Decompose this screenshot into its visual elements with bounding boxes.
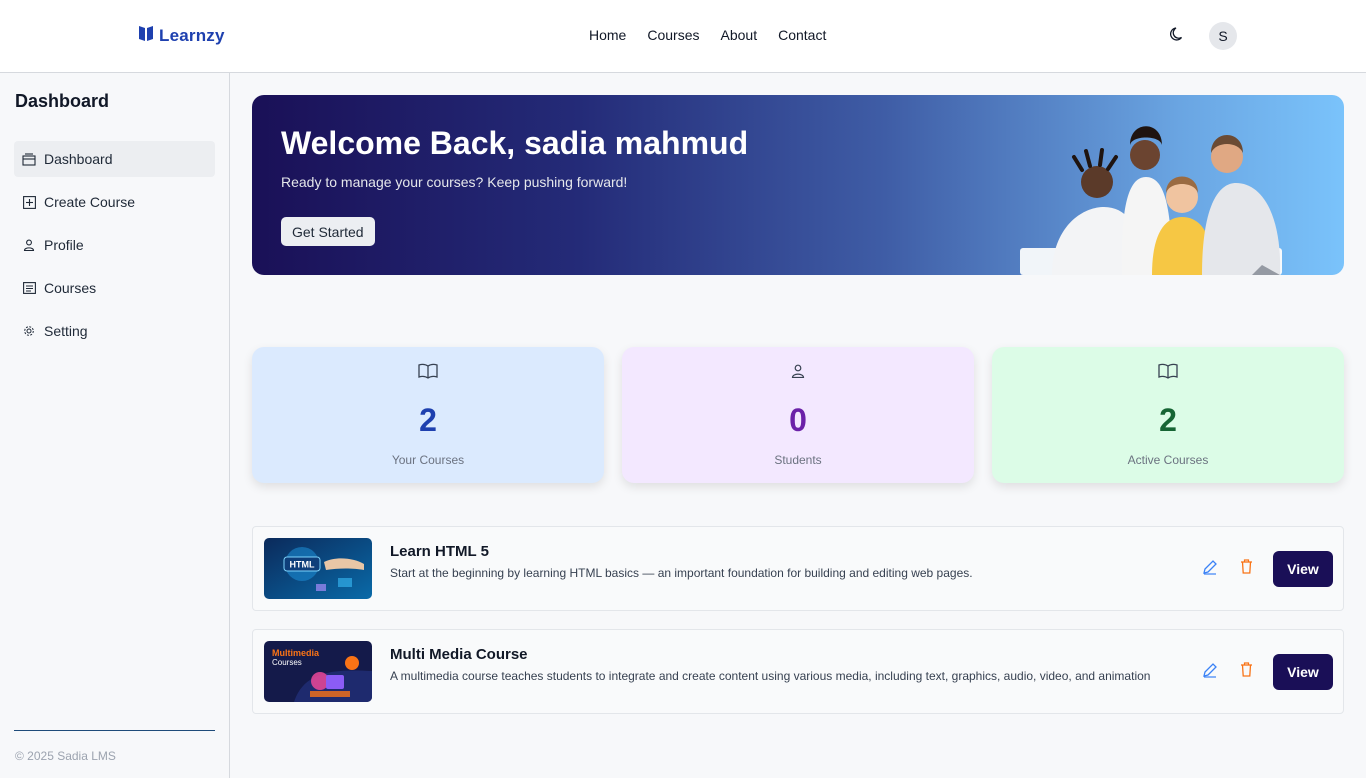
view-button[interactable]: View [1273,654,1333,690]
course-row: Multimedia Courses Multi Media Course A … [252,629,1344,714]
sidebar-title: Dashboard [15,91,110,111]
stat-label: Your Courses [391,453,465,467]
moon-icon [1170,26,1186,47]
thumb-text: HTML [290,560,315,570]
user-icon [22,238,36,252]
pencil-icon [1202,662,1218,683]
book-logo-icon [138,24,154,47]
copyright-text: © 2025 Sadia LMS [15,749,116,763]
top-navbar: Learnzy Home Courses About Contact S [0,0,1366,73]
sidebar-item-label: Create Course [44,194,136,210]
sidebar-item-label: Profile [44,237,84,253]
sidebar: Dashboard Dashboard Create Course Profil… [0,73,230,778]
sidebar-item-dashboard[interactable]: Dashboard [14,141,215,177]
stat-value: 0 [789,402,807,438]
brand-name: Learnzy [159,25,225,45]
course-description: A multimedia course teaches students to … [390,669,1151,683]
sidebar-menu: Dashboard Create Course Profile Courses … [14,141,215,356]
list-icon [22,281,36,295]
stat-label: Active Courses [1127,453,1209,467]
nav-courses[interactable]: Courses [647,27,699,43]
dashboard-icon [22,152,36,166]
course-description: Start at the beginning by learning HTML … [390,566,973,580]
sidebar-item-label: Dashboard [44,151,113,167]
sidebar-item-label: Setting [44,323,88,339]
trash-icon [1240,662,1253,682]
theme-toggle-button[interactable] [1167,25,1189,47]
delete-button[interactable] [1238,662,1254,682]
sidebar-item-create-course[interactable]: Create Course [14,184,215,220]
book-open-icon [417,360,439,382]
stat-label: Students [774,453,822,467]
view-button[interactable]: View [1273,551,1333,587]
stat-card-your-courses: 2 Your Courses [252,347,604,483]
edit-button[interactable] [1201,559,1219,580]
welcome-banner: Welcome Back, sadia mahmud Ready to mana… [252,95,1344,275]
pencil-icon [1202,559,1218,580]
students-illustration [1012,115,1332,275]
stat-card-active-courses: 2 Active Courses [992,347,1344,483]
thumb-text: Multimedia [272,648,320,658]
stat-card-students: 0 Students [622,347,974,483]
sidebar-item-label: Courses [44,280,97,296]
nav-home[interactable]: Home [589,27,626,43]
course-title: Multi Media Course [390,646,528,663]
delete-button[interactable] [1238,559,1254,579]
edit-button[interactable] [1201,662,1219,683]
welcome-subtitle: Ready to manage your courses? Keep pushi… [281,174,628,190]
get-started-button[interactable]: Get Started [281,217,375,246]
course-thumbnail[interactable]: HTML [264,538,372,599]
user-avatar[interactable]: S [1209,22,1237,50]
main-nav: Home Courses About Contact [589,27,826,43]
gear-icon [22,324,36,338]
brand-logo[interactable]: Learnzy [138,24,225,47]
course-row: HTML Learn HTML 5 Start at the beginning… [252,526,1344,611]
course-title: Learn HTML 5 [390,543,489,560]
plus-square-icon [22,195,36,209]
sidebar-divider [14,730,215,731]
stat-value: 2 [1159,402,1177,438]
sidebar-item-profile[interactable]: Profile [14,227,215,263]
book-open-icon [1157,360,1179,382]
user-icon [787,360,809,382]
course-thumbnail[interactable]: Multimedia Courses [264,641,372,702]
nav-about[interactable]: About [721,27,758,43]
nav-contact[interactable]: Contact [778,27,826,43]
thumb-subtext: Courses [272,658,302,667]
sidebar-item-courses[interactable]: Courses [14,270,215,306]
sidebar-item-setting[interactable]: Setting [14,313,215,349]
welcome-title: Welcome Back, sadia mahmud [281,125,749,161]
trash-icon [1240,559,1253,579]
stat-value: 2 [419,402,437,438]
